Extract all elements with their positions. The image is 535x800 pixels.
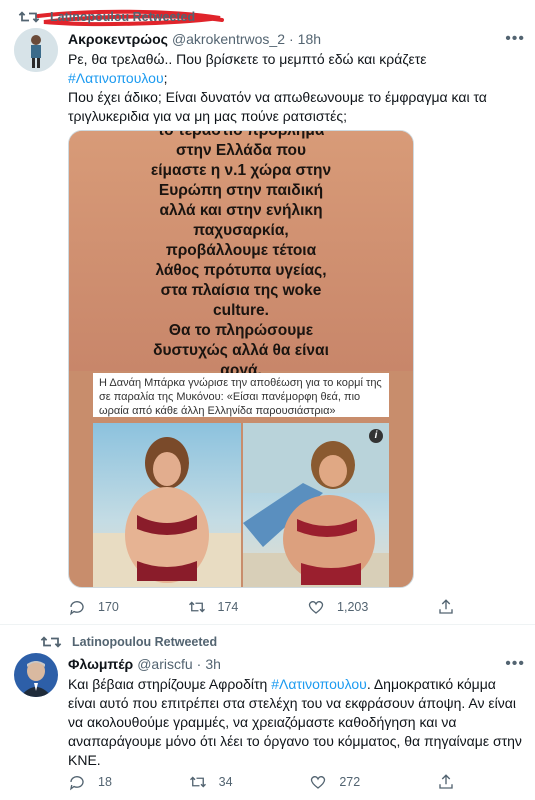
like-count: 1,203 [337, 600, 369, 614]
tweet-image[interactable]: το τεράστιο πρόβλημα στην Ελλάδα που είμ… [68, 130, 414, 588]
tweet-actions: 18 34 272 [68, 773, 455, 791]
retweet-button[interactable]: 174 [188, 598, 239, 616]
hashtag-link[interactable]: #Λατινοπουλου [271, 676, 367, 692]
like-button[interactable]: 272 [309, 773, 360, 791]
news-caption: Η Δανάη Μπάρκα γνώρισε την αποθέωση για … [93, 373, 389, 417]
person-icon [14, 28, 58, 72]
tweet-text-part: ; [163, 70, 168, 86]
share-button[interactable] [437, 598, 455, 616]
meme-text-panel: το τεράστιο πρόβλημα στην Ελλάδα που είμ… [69, 131, 413, 379]
tweet-2[interactable]: Latinopoulou Retweeted Φλωμπέρ @ariscfu … [0, 625, 535, 800]
reply-count: 170 [98, 600, 119, 614]
hashtag-link[interactable]: #Λατινοπουλου [68, 70, 164, 86]
like-icon [311, 775, 326, 789]
person-icon [14, 653, 58, 697]
tweet-text: Ρε, θα τρελαθώ.. Που βρίσκετε το μεμπτό … [68, 50, 523, 126]
share-button[interactable] [437, 773, 455, 791]
tweet-text-part: Και βέβαια στηρίζουμε Αφροδίτη [68, 676, 272, 692]
author-name[interactable]: Φλωμπέρ [68, 656, 133, 672]
reply-icon [69, 776, 84, 791]
info-icon[interactable]: i [369, 429, 383, 443]
more-icon[interactable]: ••• [505, 655, 525, 673]
like-button[interactable]: 1,203 [307, 598, 368, 616]
tweet-1[interactable]: Latinopoulou Retweeted Ακροκεντρώος @akr… [0, 0, 535, 622]
like-icon [308, 600, 324, 614]
author-handle[interactable]: @ariscfu [137, 656, 192, 672]
reply-button[interactable]: 170 [68, 598, 119, 616]
author-name[interactable]: Ακροκεντρώος [68, 31, 168, 47]
retweet-icon [18, 11, 40, 23]
tweet-text-line: Που έχει άδικο; Είναι δυνατόν να απωθεων… [68, 89, 487, 124]
retweet-header: Latinopoulou Retweeted [18, 10, 195, 24]
meme-overlay-text: το τεράστιο πρόβλημα στην Ελλάδα που είμ… [150, 130, 332, 379]
tweet-time[interactable]: 3h [205, 656, 221, 672]
tweet-time[interactable]: 18h [298, 31, 321, 47]
retweet-count: 174 [217, 600, 239, 614]
author-handle[interactable]: @akrokentrwos_2 [172, 31, 285, 47]
separator-dot: · [288, 31, 294, 47]
tweet-text-part: Ρε, θα τρελαθώ.. Που βρίσκετε το μεμπτό … [68, 51, 427, 67]
retweet-icon [40, 636, 62, 648]
reply-button[interactable]: 18 [68, 773, 112, 791]
avatar[interactable] [14, 28, 58, 72]
beach-photo-left [93, 423, 241, 587]
tweet-text: Και βέβαια στηρίζουμε Αφροδίτη #Λατινοπο… [68, 675, 523, 770]
share-icon [439, 599, 453, 614]
tweet-actions: 170 174 1,203 [68, 598, 455, 616]
tweet-header: Ακροκεντρώος @akrokentrwos_2 · 18h ••• [68, 30, 525, 48]
retweet-count: 34 [218, 775, 233, 789]
more-icon[interactable]: ••• [505, 30, 525, 48]
reply-count: 18 [98, 775, 112, 789]
retweet-header: Latinopoulou Retweeted [40, 635, 217, 649]
like-count: 272 [339, 775, 361, 789]
retweet-icon [188, 601, 205, 613]
beach-photo-right: i [243, 423, 389, 587]
retweeted-by-label[interactable]: Latinopoulou Retweeted [72, 635, 217, 649]
share-icon [439, 774, 453, 789]
retweet-button[interactable]: 34 [189, 773, 233, 791]
retweeted-by-label[interactable]: Latinopoulou Retweeted [50, 10, 195, 24]
retweet-icon [189, 776, 206, 788]
tweet-header: Φλωμπέρ @ariscfu · 3h ••• [68, 655, 525, 673]
avatar[interactable] [14, 653, 58, 697]
reply-icon [69, 601, 84, 616]
separator-dot: · [196, 656, 202, 672]
